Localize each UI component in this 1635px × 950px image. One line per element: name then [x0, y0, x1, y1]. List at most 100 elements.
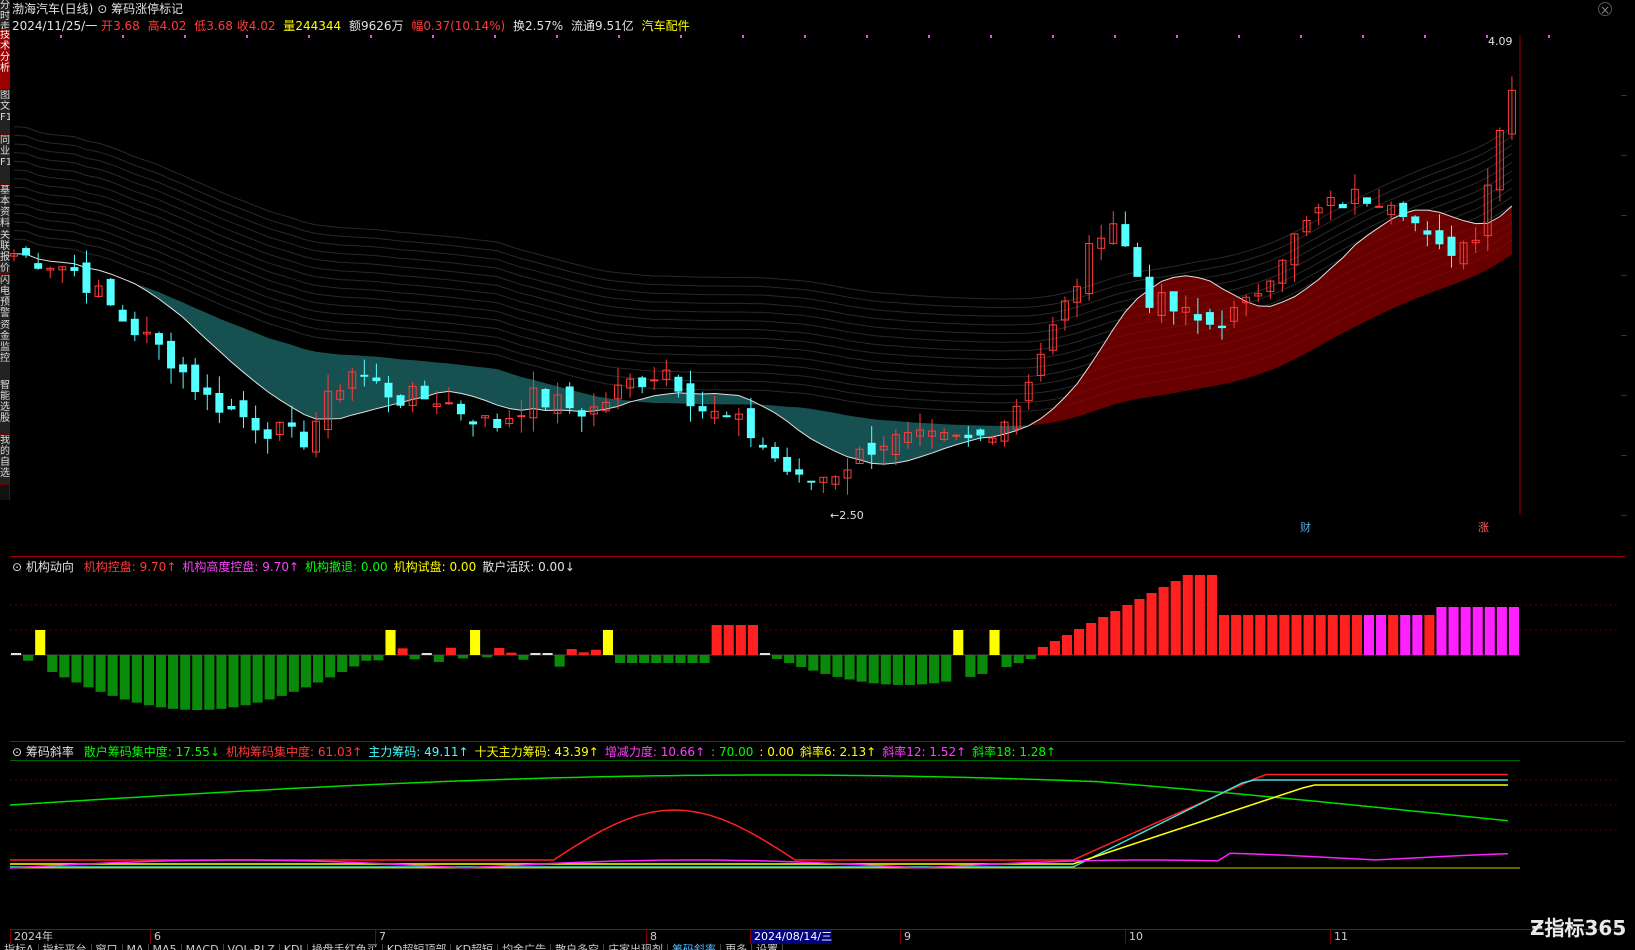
trend-bar: [1472, 607, 1483, 655]
trend-bar: [566, 649, 577, 655]
trend-bar: [699, 655, 710, 663]
indicator-tab[interactable]: 指标平台: [39, 944, 92, 950]
candle-body: [154, 333, 163, 345]
candle-body: [1145, 276, 1154, 308]
trend-bar: [627, 655, 638, 663]
indicator-tab[interactable]: MACD: [182, 944, 224, 950]
stock-title[interactable]: 渤海汽车(日线): [12, 2, 93, 16]
candle-body: [1218, 325, 1226, 329]
left-tab-3[interactable]: 同业F10: [0, 135, 10, 185]
indicator-tab[interactable]: 筹码斜率: [668, 944, 722, 950]
candle-body: [1121, 224, 1130, 247]
candle-body: [251, 418, 260, 431]
indicator-tab[interactable]: KDJ: [280, 944, 308, 950]
close-icon[interactable]: ×: [1598, 2, 1612, 17]
trend-bar: [409, 655, 420, 660]
low-value: 3.68: [206, 19, 233, 33]
legend-arrow: ↓: [564, 560, 575, 574]
trend-bar: [337, 655, 348, 672]
trend-bar: [373, 655, 384, 661]
indicator-tab[interactable]: 散户多空: [551, 944, 605, 950]
legend-label: 机构试盘:: [393, 560, 446, 574]
left-tab-5[interactable]: 关联报价: [0, 230, 10, 275]
panel3-legend-item: 散户筹码集中度: 17.55↓: [84, 745, 220, 759]
trend-bar: [1339, 615, 1350, 655]
left-tab-2[interactable]: 图文F10: [0, 90, 10, 135]
indicator-tab[interactable]: KD超短顶部: [383, 944, 452, 950]
top-marker: [184, 35, 186, 38]
sector-label[interactable]: 汽车配件: [642, 19, 690, 33]
legend-arrow: ↓: [209, 745, 220, 759]
left-tab-0[interactable]: 分时走势: [0, 0, 10, 30]
price-chart[interactable]: 4.09 ←2.50 财 涨: [10, 35, 1620, 535]
trend-bar: [711, 625, 722, 655]
left-tab-8[interactable]: 智能选股: [0, 380, 10, 435]
indicator-tab[interactable]: KD超短: [451, 944, 499, 950]
candle-body: [444, 402, 453, 405]
quote-info-bar: 2024/11/25/一 开3.68 高4.02 低3.68 收4.02 量24…: [12, 17, 1612, 33]
indicator-tab[interactable]: 操盘手红色买: [308, 944, 383, 950]
left-tab-9[interactable]: 我的自选: [0, 435, 10, 485]
candle-body: [299, 431, 308, 448]
indicator-tab[interactable]: 指标A: [0, 944, 39, 950]
stock-chart-window: 分时走势技术分析图文F10同业F10基本资料关联报价闪电预警资金监控智能选股我的…: [0, 0, 1635, 950]
indicator-tab[interactable]: 更多: [721, 944, 753, 950]
top-marker: [122, 35, 124, 38]
left-tab-7[interactable]: 资金监控: [0, 320, 10, 380]
candle-body: [807, 480, 816, 483]
high-marker: 4.09: [1488, 35, 1513, 48]
panel2-name[interactable]: 机构动向: [26, 560, 74, 574]
trend-bar: [808, 655, 819, 671]
indicator-name[interactable]: 筹码涨停标记: [111, 2, 183, 16]
candle-body: [758, 444, 767, 448]
left-tab-6[interactable]: 闪电预警: [0, 275, 10, 320]
ma-fan-line: [13, 152, 1513, 326]
trend-bar: [180, 655, 191, 710]
indicator-tab[interactable]: VOL-RLZ: [224, 944, 280, 950]
chart-header: 渤海汽车(日线) ⊙ 筹码涨停标记: [12, 2, 184, 16]
candle-body: [179, 364, 188, 373]
legend-label: 机构控盘:: [83, 560, 136, 574]
candle-body: [22, 248, 31, 256]
trend-bar: [361, 655, 372, 661]
top-marker: [1238, 35, 1240, 38]
trend-bar: [602, 630, 613, 655]
chip-slope-chart[interactable]: [10, 760, 1620, 928]
trend-bar: [204, 655, 215, 710]
panel3-name[interactable]: 筹码斜率: [26, 745, 74, 759]
indicator-tab[interactable]: 窗口: [92, 944, 123, 950]
indicator-tab[interactable]: MA: [123, 944, 149, 950]
candle-body: [384, 382, 393, 398]
left-tab-1[interactable]: 技术分析: [0, 30, 10, 90]
candle-body: [674, 376, 683, 392]
legend-arrow: ↑: [288, 560, 300, 574]
indicator-tab[interactable]: MA5: [149, 944, 182, 950]
ma-fan-line: [13, 134, 1513, 309]
candle-body: [106, 278, 115, 306]
top-marker: [990, 35, 992, 38]
top-marker: [246, 35, 248, 38]
top-marker: [308, 35, 310, 38]
trend-bar: [252, 655, 263, 703]
candle-body: [203, 387, 212, 395]
candle-body: [1399, 202, 1408, 217]
close-value: 4.02: [248, 19, 276, 33]
indicator-tab[interactable]: 庄家出现剂: [604, 944, 669, 950]
institution-trend-chart[interactable]: [10, 575, 1620, 735]
legend-arrow: ↑: [1046, 745, 1057, 759]
candle-body: [1447, 236, 1456, 256]
panel3-legend-item: 机构筹码集中度: 61.03↑: [226, 745, 362, 759]
left-tab-4[interactable]: 基本资料: [0, 185, 10, 230]
trend-bar: [1496, 607, 1507, 655]
legend-label: 散户筹码集中度:: [83, 745, 172, 759]
legend-arrow: ↑: [458, 745, 469, 759]
top-marker: [370, 35, 372, 38]
main-chip-line: [10, 779, 1508, 868]
top-marker: [556, 35, 558, 38]
candle-body: [360, 374, 369, 377]
legend-arrow: ↑: [588, 745, 599, 759]
trend-bar: [892, 655, 903, 685]
axis-tick: [1621, 515, 1627, 516]
indicator-tab[interactable]: 均金广告: [498, 944, 552, 950]
indicator-tab[interactable]: 设置: [752, 944, 784, 950]
